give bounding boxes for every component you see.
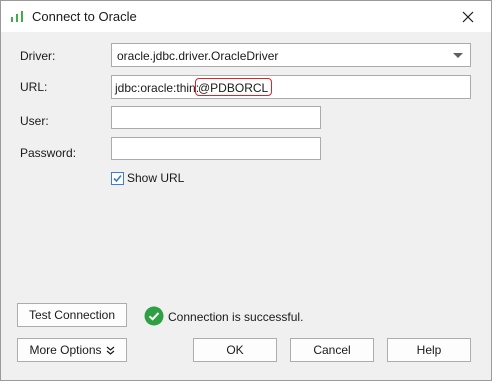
driver-select[interactable]: oracle.jdbc.driver.OracleDriver — [111, 43, 471, 67]
help-button[interactable]: Help — [387, 338, 471, 362]
more-options-label: More Options — [29, 343, 102, 357]
driver-label: Driver: — [20, 49, 56, 63]
double-chevron-down-icon — [106, 346, 114, 355]
chevron-down-icon — [453, 53, 463, 58]
url-highlight: @PDBORCL — [195, 78, 273, 96]
connect-dialog: Connect to Oracle Driver: oracle.jdbc.dr… — [0, 0, 492, 381]
status-message: Connection is successful. — [168, 310, 304, 324]
close-button[interactable] — [445, 1, 491, 32]
driver-value: oracle.jdbc.driver.OracleDriver — [117, 49, 279, 63]
success-check-icon — [144, 306, 164, 326]
title-bar: Connect to Oracle — [1, 1, 491, 32]
dialog-title: Connect to Oracle — [32, 9, 137, 24]
more-options-button[interactable]: More Options — [17, 338, 127, 362]
url-label: URL: — [20, 80, 48, 94]
url-prefix: jdbc:oracle:thin: — [115, 81, 200, 95]
show-url-label: Show URL — [127, 171, 185, 185]
checkmark-icon — [113, 174, 122, 183]
test-connection-button[interactable]: Test Connection — [17, 303, 127, 327]
cancel-button[interactable]: Cancel — [290, 338, 374, 362]
password-input[interactable] — [111, 137, 321, 160]
bar-chart-icon — [11, 11, 23, 22]
show-url-checkbox[interactable] — [111, 172, 124, 185]
close-icon — [462, 11, 474, 22]
ok-button[interactable]: OK — [193, 338, 277, 362]
user-input[interactable] — [111, 106, 321, 129]
url-field[interactable]: jdbc:oracle:thin: @PDBORCL — [111, 75, 471, 99]
password-label: Password: — [20, 146, 77, 160]
user-label: User: — [20, 114, 49, 128]
